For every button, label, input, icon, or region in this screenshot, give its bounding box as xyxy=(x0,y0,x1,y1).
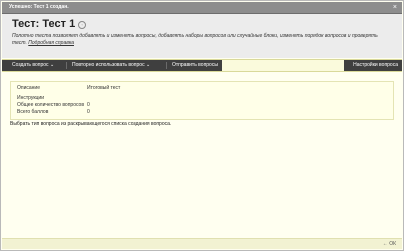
info-label-question-count: Общее количество вопросов xyxy=(17,102,84,108)
empty-state-hint: Выбрать тип вопроса из раскрывающегося с… xyxy=(10,121,172,127)
reuse-question-label: Повторно использовать вопрос xyxy=(72,62,145,68)
help-link[interactable]: Подробная справка xyxy=(28,40,74,46)
test-canvas-page: Успешно: Тест 1 создан. × Тест: Тест 1 ◦ … xyxy=(0,0,404,251)
success-notice: Успешно: Тест 1 создан. × xyxy=(2,2,402,14)
back-arrow-icon: ← xyxy=(382,241,388,247)
success-notice-text: Успешно: Тест 1 создан. xyxy=(9,4,69,10)
page-title-text: Тест: Тест 1 xyxy=(12,18,76,30)
action-bar: Создать вопрос ⌄ Повторно использовать в… xyxy=(2,59,402,72)
upload-questions-button[interactable]: Отправить вопросы xyxy=(172,60,218,71)
reuse-question-button[interactable]: Повторно использовать вопрос ⌄ xyxy=(72,60,150,71)
chevron-down-icon: ⌄ xyxy=(49,62,55,68)
page-description: Полотно теста позволяет добавлять и изме… xyxy=(12,33,392,47)
chevron-down-icon: ⌄ xyxy=(145,62,151,68)
ok-label: ОК xyxy=(389,241,396,247)
info-label-total-points: Всего баллов xyxy=(17,109,49,115)
info-value-total-points: 0 xyxy=(87,109,90,115)
info-label-description: Описание xyxy=(17,85,41,91)
footer-bar: ← ОК xyxy=(2,238,402,249)
info-value-description: Итоговый тест xyxy=(87,85,121,91)
options-icon[interactable]: ◦ xyxy=(78,21,87,29)
create-question-button[interactable]: Создать вопрос ⌄ xyxy=(12,60,54,71)
info-label-instructions: Инструкции xyxy=(17,95,45,101)
info-value-question-count: 0 xyxy=(87,102,90,108)
question-settings-label: Настройки вопроса xyxy=(353,62,398,68)
close-icon[interactable]: × xyxy=(393,3,397,12)
toolbar-divider xyxy=(166,62,167,69)
toolbar-divider xyxy=(66,62,67,69)
create-question-label: Создать вопрос xyxy=(12,62,49,68)
question-settings-button[interactable]: Настройки вопроса xyxy=(344,60,402,71)
ok-button[interactable]: ← ОК xyxy=(383,240,396,248)
test-info-box: Описание Итоговый тест Инструкции Общее … xyxy=(10,81,394,120)
page-title: Тест: Тест 1 ◦ xyxy=(12,18,87,31)
